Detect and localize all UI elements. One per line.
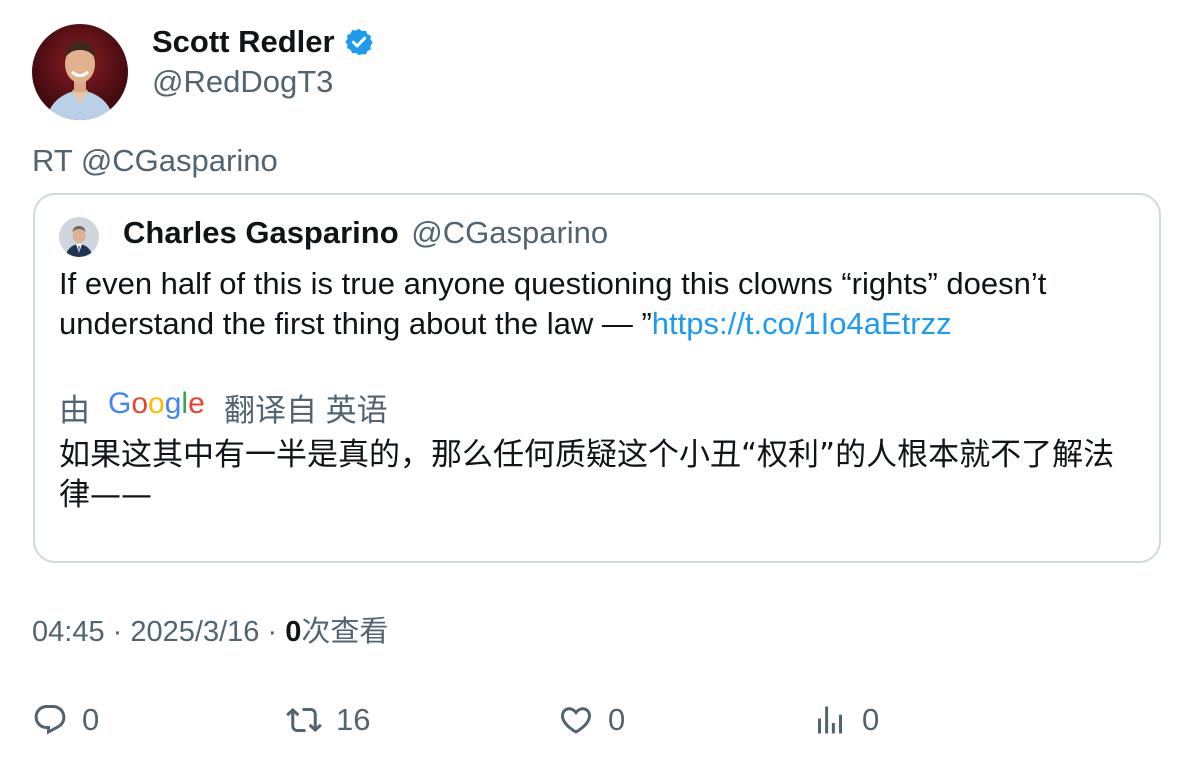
views-icon	[818, 706, 842, 734]
reply-icon	[34, 705, 66, 735]
author-name[interactable]: Scott Redler	[152, 22, 374, 62]
svg-text:Google: Google	[108, 387, 205, 420]
translation-attribution[interactable]: 由 Google 翻译自 英语	[59, 385, 388, 429]
translate-suffix: 翻译自 英语	[224, 392, 388, 428]
like-button[interactable]: 0	[558, 700, 625, 740]
translate-prefix: 由	[59, 392, 90, 428]
author-handle[interactable]: @RedDogT3	[152, 62, 333, 102]
quoted-author-name[interactable]: Charles Gasparino	[123, 215, 399, 250]
tweet-time[interactable]: 04:45	[32, 616, 105, 648]
google-logo: Google	[108, 386, 206, 428]
reply-count: 0	[82, 702, 100, 737]
quoted-header: Charles Gasparino @CGasparino	[123, 213, 608, 253]
author-name-text[interactable]: Scott Redler	[152, 22, 335, 62]
translated-text: 如果这其中有一半是真的，那么任何质疑这个小丑“权利”的人根本就不了解法律——	[59, 437, 1115, 513]
like-icon	[560, 707, 592, 734]
author-avatar[interactable]	[32, 24, 128, 120]
tweet-date[interactable]: 2025/3/16	[130, 616, 259, 648]
like-count: 0	[608, 702, 626, 737]
quoted-author-avatar[interactable]	[59, 217, 99, 257]
views-label: 次查看	[301, 616, 389, 648]
views-button[interactable]: 0	[812, 700, 879, 740]
quoted-author-handle[interactable]: @CGasparino	[411, 215, 608, 250]
quoted-tweet-link[interactable]: https://t.co/1Io4aEtrzz	[652, 306, 952, 341]
retweet-button[interactable]: 16	[286, 700, 370, 740]
tweet-meta: 04:45 · 2025/3/16 · 0次查看	[32, 612, 388, 652]
verified-badge-icon	[344, 27, 374, 57]
views-action-count: 0	[862, 702, 880, 737]
retweet-icon	[286, 707, 322, 733]
quoted-tweet-text: If even half of this is true anyone ques…	[59, 264, 1139, 344]
meta-separator: ·	[112, 616, 123, 648]
tweet-text: RT @CGasparino	[32, 143, 278, 178]
reply-button[interactable]: 0	[32, 700, 99, 740]
quoted-tweet-card[interactable]: Charles Gasparino @CGasparino If even ha…	[33, 193, 1161, 563]
retweet-count: 16	[336, 702, 371, 737]
meta-separator: ·	[267, 616, 278, 648]
views-count: 0	[285, 616, 302, 648]
